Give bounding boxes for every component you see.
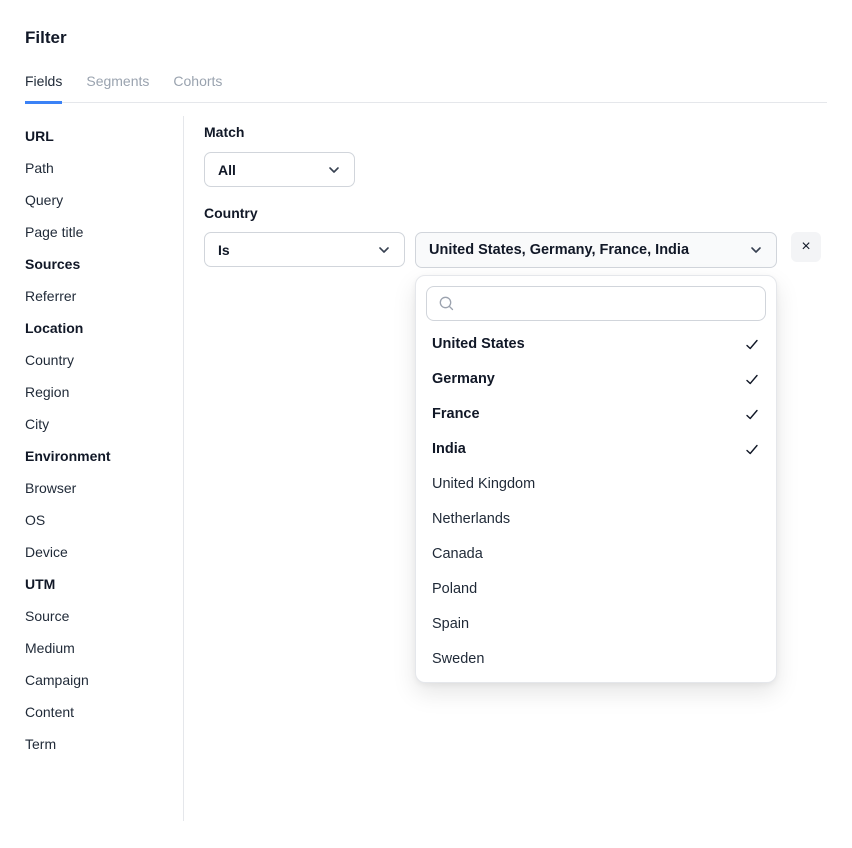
option-label: Canada [432,546,483,562]
option-germany[interactable]: Germany [416,361,776,396]
sidebar-item-city[interactable]: City [25,417,183,432]
sidebar-item-query[interactable]: Query [25,193,183,208]
check-icon [744,336,760,352]
sidebar-section-sources: Sources Referrer [25,257,183,304]
match-select-value: All [218,162,236,178]
option-canada[interactable]: Canada [416,536,776,571]
country-search-box [426,286,766,321]
chevron-down-icon [327,163,341,177]
match-select[interactable]: All [204,152,355,187]
tab-cohorts[interactable]: Cohorts [173,73,222,104]
country-multiselect-value: United States, Germany, France, India [429,242,689,258]
sidebar-section-location: Location Country Region City [25,321,183,432]
check-icon [744,371,760,387]
sidebar-item-referrer[interactable]: Referrer [25,289,183,304]
page-title: Filter [25,28,827,48]
section-header-sources: Sources [25,257,183,272]
sidebar-item-country[interactable]: Country [25,353,183,368]
operator-select[interactable]: Is [204,232,405,267]
sidebar-item-device[interactable]: Device [25,545,183,560]
option-label: India [432,441,466,457]
option-united-kingdom[interactable]: United Kingdom [416,466,776,501]
option-label: Spain [432,616,469,632]
chevron-down-icon [749,243,763,257]
filter-modal: Filter Fields Segments Cohorts URL Path … [0,28,852,821]
country-multiselect[interactable]: United States, Germany, France, India [415,232,777,268]
tab-fields[interactable]: Fields [25,73,62,104]
search-icon [438,295,455,312]
option-label: Poland [432,581,477,597]
tab-bar: Fields Segments Cohorts [25,73,827,103]
chevron-down-icon [377,243,391,257]
option-netherlands[interactable]: Netherlands [416,501,776,536]
match-label: Match [204,124,827,140]
option-label: Germany [432,371,495,387]
sidebar-item-utm-term[interactable]: Term [25,737,183,752]
section-header-url: URL [25,129,183,144]
option-sweden[interactable]: Sweden [416,641,776,676]
section-header-utm: UTM [25,577,183,592]
content: URL Path Query Page title Sources Referr… [25,116,827,821]
option-label: France [432,406,480,422]
option-label: United Kingdom [432,476,535,492]
option-label: Netherlands [432,511,510,527]
sidebar-item-browser[interactable]: Browser [25,481,183,496]
operator-select-value: Is [218,242,230,258]
remove-filter-button[interactable]: × [791,232,821,262]
country-search-input[interactable] [463,295,754,313]
sidebar-section-utm: UTM Source Medium Campaign Content Term [25,577,183,752]
sidebar-item-page-title[interactable]: Page title [25,225,183,240]
check-icon [744,441,760,457]
option-label: Sweden [432,651,484,667]
sidebar-item-region[interactable]: Region [25,385,183,400]
option-france[interactable]: France [416,396,776,431]
sidebar-item-utm-source[interactable]: Source [25,609,183,624]
sidebar-section-environment: Environment Browser OS Device [25,449,183,560]
option-spain[interactable]: Spain [416,606,776,641]
check-icon [744,406,760,422]
sidebar-item-utm-content[interactable]: Content [25,705,183,720]
sidebar-section-url: URL Path Query Page title [25,129,183,240]
option-united-states[interactable]: United States [416,326,776,361]
option-india[interactable]: India [416,431,776,466]
country-label: Country [204,205,827,221]
sidebar-item-path[interactable]: Path [25,161,183,176]
country-dropdown-panel: United States Germany France [415,275,777,683]
option-poland[interactable]: Poland [416,571,776,606]
tab-segments[interactable]: Segments [86,73,149,104]
country-filter-section: Country Is United States, Germany, Franc… [204,205,827,268]
country-options-list: United States Germany France [416,326,776,676]
filter-editor: Match All Country Is United States, Germ… [184,116,827,821]
country-filter-row: Is United States, Germany, France, India [204,232,827,268]
sidebar-item-utm-campaign[interactable]: Campaign [25,673,183,688]
country-combobox-wrap: United States, Germany, France, India Un… [415,232,777,268]
option-label: United States [432,336,525,352]
section-header-environment: Environment [25,449,183,464]
sidebar-item-os[interactable]: OS [25,513,183,528]
sidebar-item-utm-medium[interactable]: Medium [25,641,183,656]
fields-sidebar: URL Path Query Page title Sources Referr… [25,116,184,821]
section-header-location: Location [25,321,183,336]
